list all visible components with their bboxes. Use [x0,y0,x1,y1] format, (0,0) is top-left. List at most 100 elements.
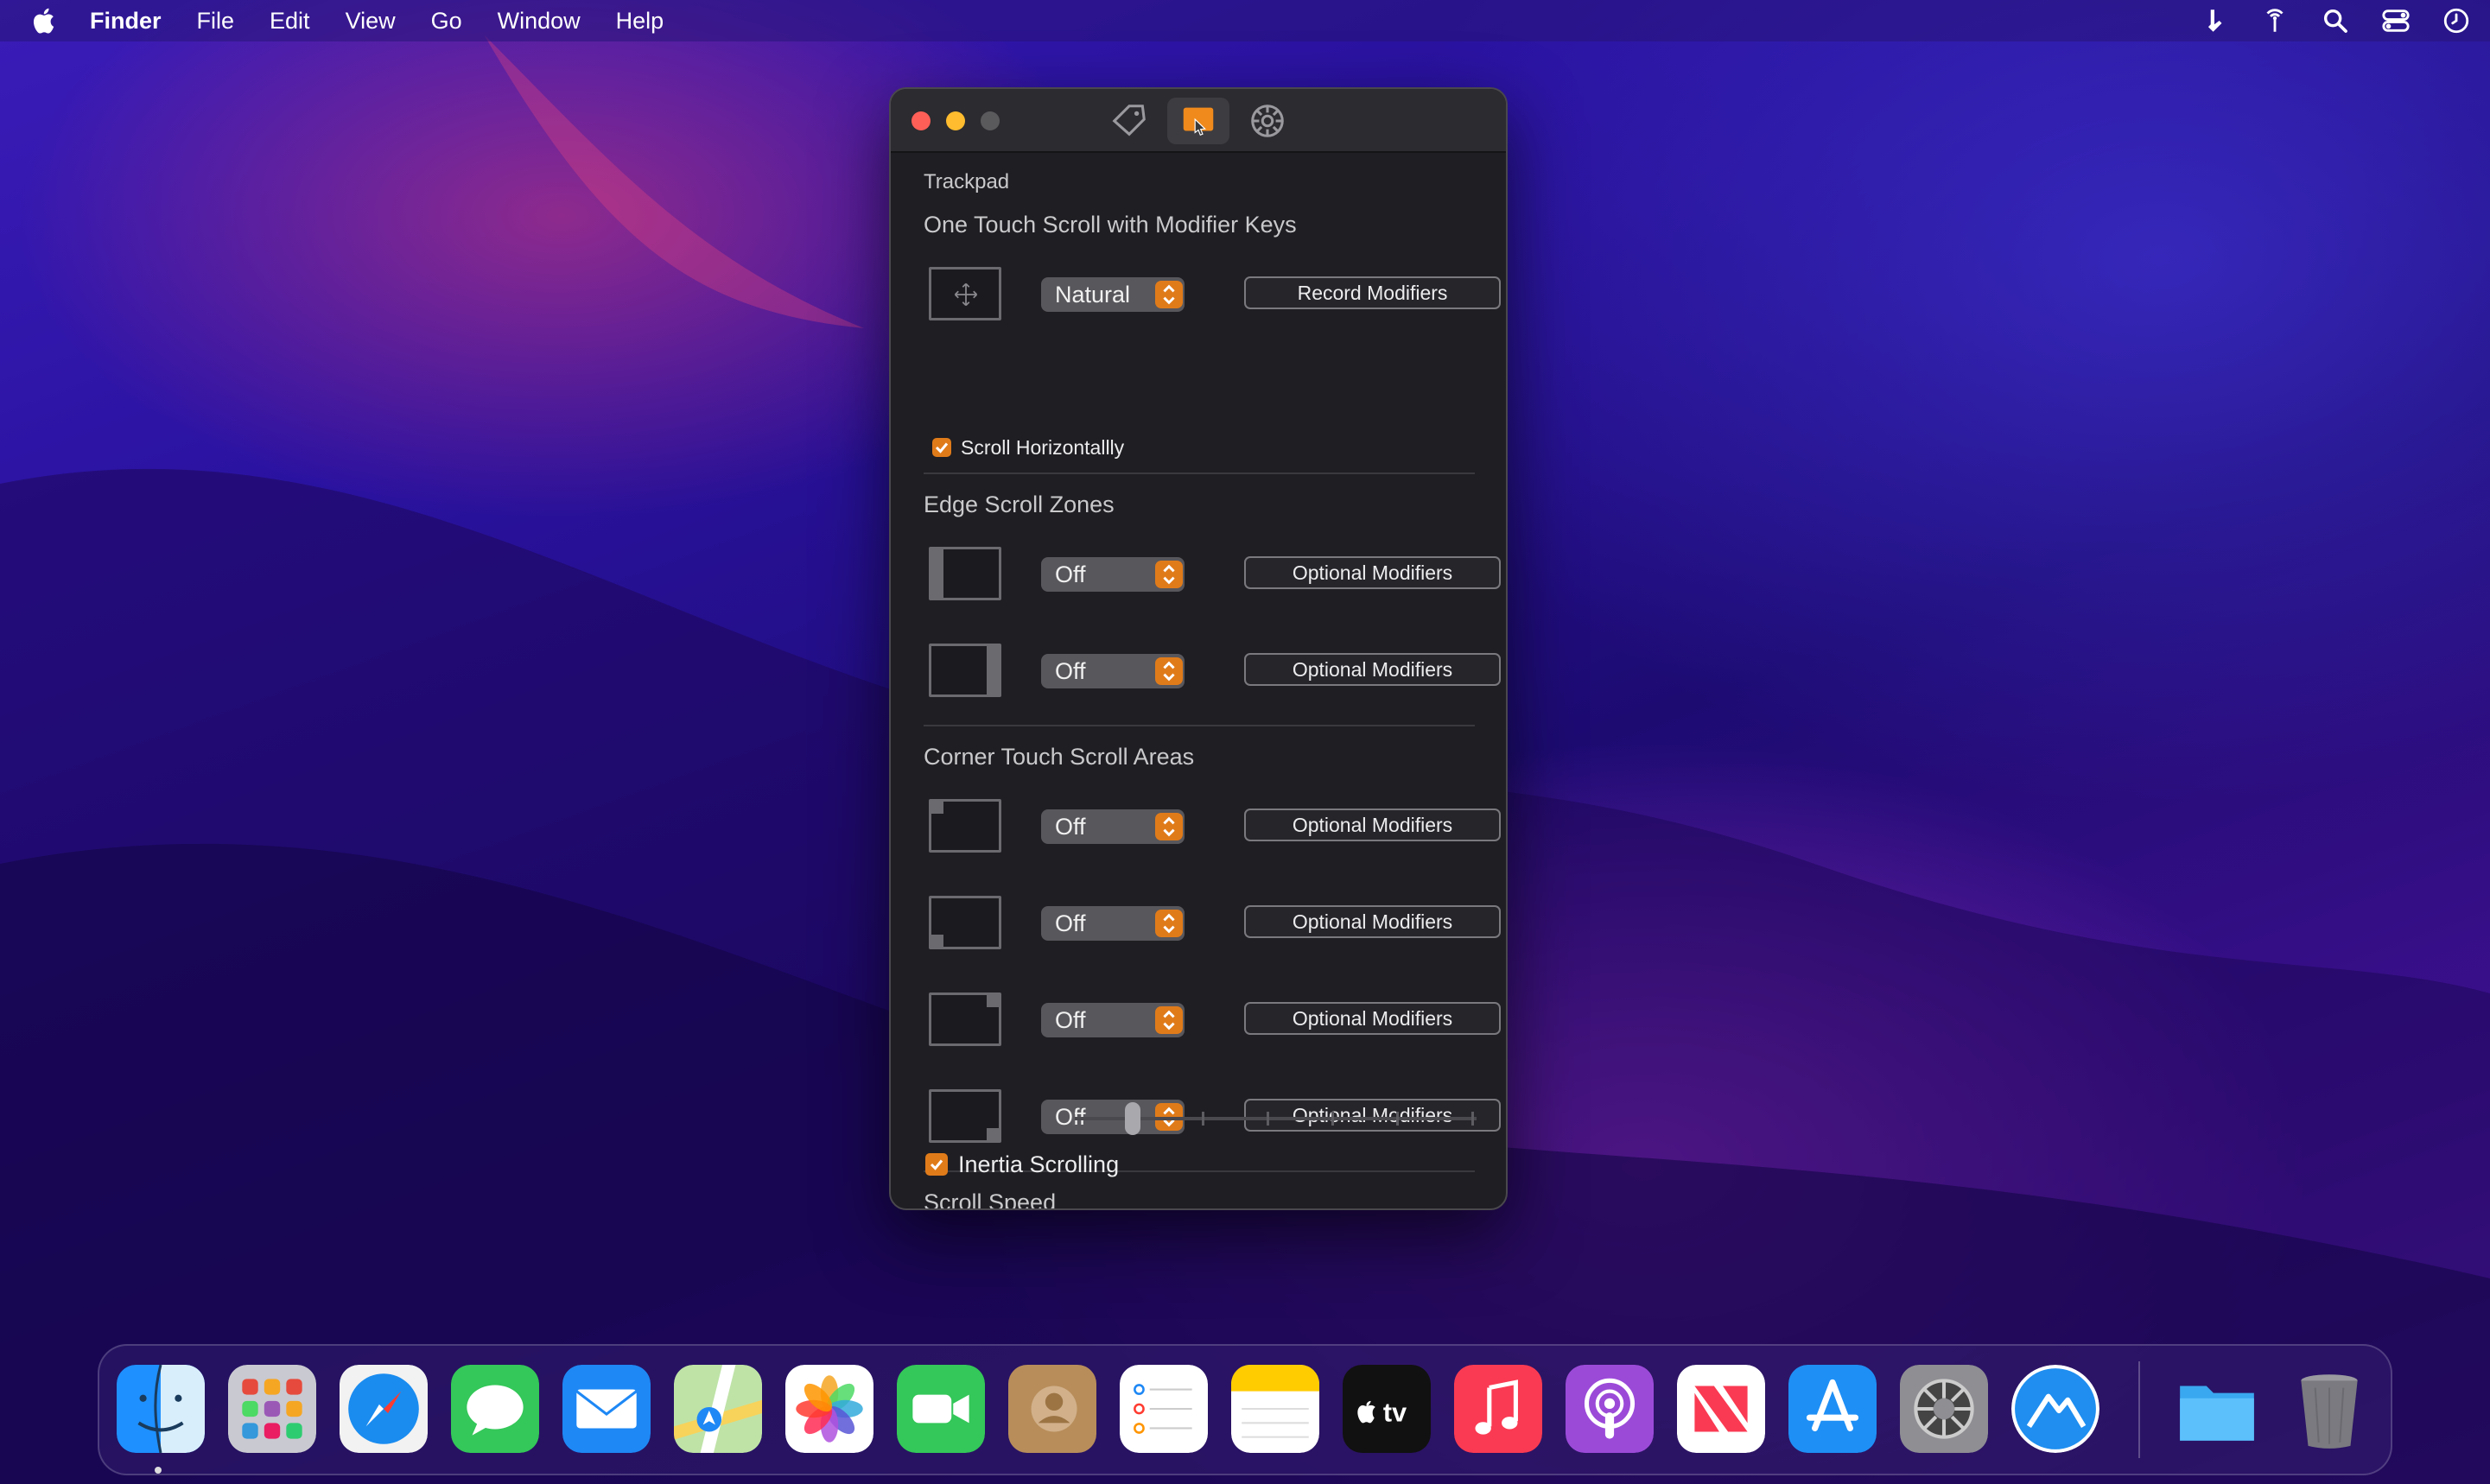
launchpad-icon [228,1365,316,1453]
podcasts-icon [1566,1365,1654,1453]
dock-tv[interactable]: tv [1343,1365,1431,1453]
app-store-icon [1788,1365,1877,1453]
edge-zone-row-right: Off Optional Modifiers [929,644,1501,697]
move-arrows-icon [954,282,978,307]
apple-tv-icon: tv [1343,1365,1431,1453]
dock-unknown-app[interactable] [2011,1365,2099,1453]
dock-photos[interactable] [785,1365,873,1453]
reminders-icon [1120,1365,1208,1453]
scroll-horizontally-label[interactable]: Scroll Horizontallly [961,436,1124,460]
airplay-antenna-icon[interactable] [2260,6,2290,35]
facetime-icon [897,1365,985,1453]
zone-bottom-right-preview [929,1089,1001,1143]
dock-launchpad[interactable] [228,1365,316,1453]
chevron-updown-icon [1155,813,1183,840]
dock-contacts[interactable] [1008,1365,1096,1453]
edge-right-select[interactable]: Off [1041,654,1185,688]
maps-icon [674,1365,762,1453]
dock-system-preferences[interactable] [1900,1365,1988,1453]
system-preferences-icon [1900,1365,1988,1453]
chevron-updown-icon [1155,1006,1183,1034]
dock-music[interactable] [1454,1365,1542,1453]
corner-row-top-right: Off Optional Modifiers [929,993,1501,1046]
zone-move-preview [929,267,1001,320]
dock-podcasts[interactable] [1566,1365,1654,1453]
edge-left-select[interactable]: Off [1041,557,1185,592]
menu-view[interactable]: View [346,8,396,35]
minimize-button[interactable] [946,111,965,130]
corner-top-right-select[interactable]: Off [1041,1003,1185,1037]
gear-icon [1251,105,1284,137]
zone-right-edge-preview [929,644,1001,697]
photos-icon [785,1365,873,1453]
trackpad-status-icon[interactable] [2200,6,2229,35]
corner-top-left-value: Off [1055,814,1086,840]
menu-edit[interactable]: Edit [270,8,310,35]
corner-row-bottom-left: Off Optional Modifiers [929,896,1501,949]
apple-logo-icon[interactable] [29,5,60,36]
zone-top-left-preview [929,799,1001,853]
slider-knob[interactable] [1125,1102,1141,1135]
dock-reminders[interactable] [1120,1365,1208,1453]
zoom-button[interactable] [981,111,1000,130]
edge-left-modifiers-button[interactable]: Optional Modifiers [1244,556,1501,589]
menu-help[interactable]: Help [616,8,664,35]
svg-text:tv: tv [1383,1398,1407,1427]
dock-folder[interactable] [2173,1365,2261,1453]
scroll-speed-slider[interactable] [1072,1102,1477,1135]
status-menu-area [2200,0,2471,41]
corner-top-left-select[interactable]: Off [1041,809,1185,844]
corner-bottom-left-modifiers-button[interactable]: Optional Modifiers [1244,905,1501,938]
corner-bottom-left-select[interactable]: Off [1041,906,1185,941]
chevron-updown-icon [1155,657,1183,685]
scroll-horizontally-checkbox[interactable] [932,438,951,457]
scroll-direction-value: Natural [1055,282,1131,308]
menu-window[interactable]: Window [498,8,581,35]
dock-maps[interactable] [674,1365,762,1453]
control-center-icon[interactable] [2381,6,2411,35]
menu-bar: Finder File Edit View Go Window Help [0,0,2490,41]
dock-mail[interactable] [562,1365,651,1453]
clock-icon[interactable] [2442,6,2471,35]
menu-app-name[interactable]: Finder [90,8,162,35]
corner-areas-title: Corner Touch Scroll Areas [924,744,1195,770]
tab-general[interactable] [1098,98,1160,144]
checkmark-icon [930,1159,943,1170]
inertia-scrolling-label[interactable]: Inertia Scrolling [958,1151,1119,1178]
record-modifiers-button[interactable]: Record Modifiers [1244,276,1501,309]
scroll-speed-label: Scroll Speed [924,1189,1057,1210]
music-icon [1454,1365,1542,1453]
scroll-direction-select[interactable]: Natural [1041,277,1185,312]
tab-advanced[interactable] [1236,98,1299,144]
close-button[interactable] [912,111,931,130]
zone-bottom-left-preview [929,896,1001,949]
dock-notes[interactable] [1231,1365,1319,1453]
edge-right-modifiers-button[interactable]: Optional Modifiers [1244,653,1501,686]
trash-icon [2301,1374,2358,1449]
edge-zone-row-left: Off Optional Modifiers [929,547,1501,600]
dock-trash[interactable] [2285,1365,2373,1453]
finder-icon [117,1365,205,1453]
running-indicator [155,1467,162,1474]
corner-bottom-left-value: Off [1055,910,1086,936]
dock-safari[interactable] [340,1365,428,1453]
dock-facetime[interactable] [897,1365,985,1453]
menu-go[interactable]: Go [431,8,462,35]
inertia-scrolling-checkbox[interactable] [925,1153,948,1176]
dock-app-store[interactable] [1788,1365,1877,1453]
dock-separator [2138,1361,2140,1458]
chevron-updown-icon [1155,281,1183,308]
corner-top-left-modifiers-button[interactable]: Optional Modifiers [1244,809,1501,841]
contacts-icon [1008,1365,1096,1453]
tab-trackpad[interactable] [1167,98,1229,144]
corner-bottom-right-modifiers-button[interactable]: Optional Modifiers [1244,1099,1501,1132]
checkmark-icon [935,442,949,453]
menu-file[interactable]: File [197,8,235,35]
corner-top-right-modifiers-button[interactable]: Optional Modifiers [1244,1002,1501,1035]
search-icon[interactable] [2321,6,2350,35]
dock-finder[interactable] [117,1365,205,1453]
dock-messages[interactable] [451,1365,539,1453]
preferences-window: Trackpad One Touch Scroll with Modifier … [889,87,1508,1210]
news-icon [1677,1365,1765,1453]
dock-news[interactable] [1677,1365,1765,1453]
